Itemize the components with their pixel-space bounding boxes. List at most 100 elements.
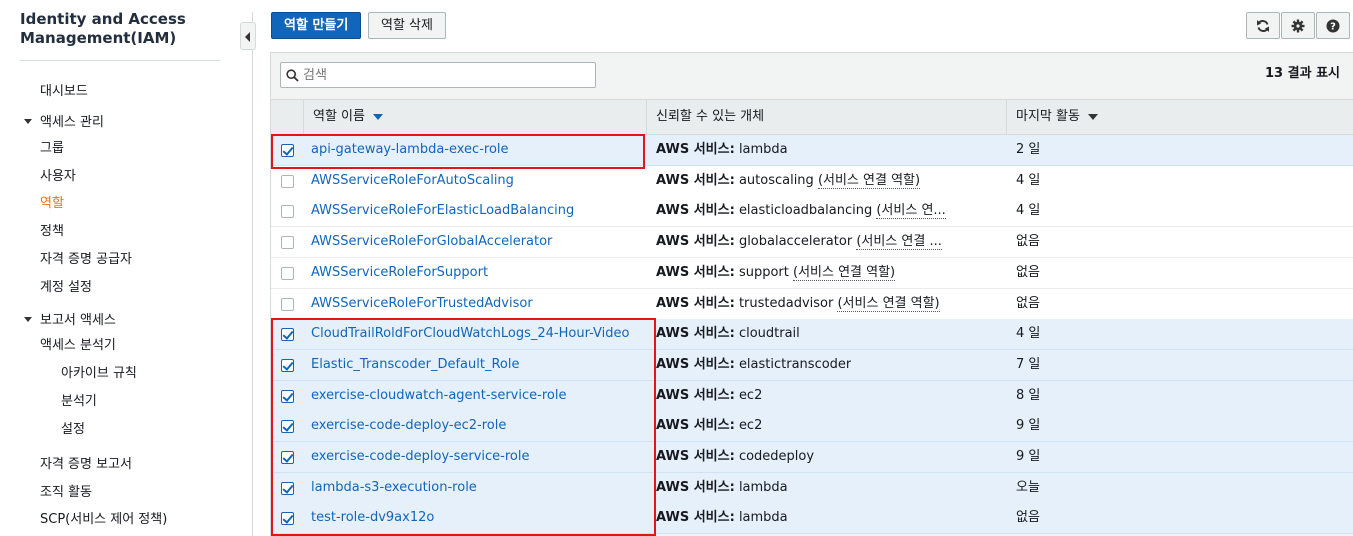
refresh-button[interactable] [1246,12,1280,39]
table-row[interactable]: AWSServiceRoleForSupport AWS 서비스: support… [271,258,1353,289]
table-row[interactable]: exercise-code-deploy-service-role AWS 서비스… [271,442,1353,473]
trusted-entity-cell: AWS 서비스: support (서비스 연결 역할) [656,258,896,288]
settings-button[interactable] [1281,12,1315,39]
role-name-link[interactable]: test-role-dv9ax12o [311,503,434,533]
chevron-left-icon [245,32,250,42]
sidebar-title[interactable]: Identity and Access Management(IAM) [20,10,220,48]
role-name-link[interactable]: AWSServiceRoleForElasticLoadBalancing [311,196,574,226]
create-role-button[interactable]: 역할 만들기 [271,12,362,39]
entity-service: codedeploy [738,449,815,464]
role-name-link[interactable]: AWSServiceRoleForSupport [311,258,488,288]
entity-prefix: AWS 서비스: [656,234,735,249]
sidebar-item-dashboard[interactable]: 대시보드 [40,80,88,99]
column-header-last-activity[interactable]: 마지막 활동 [1016,100,1098,134]
entity-prefix: AWS 서비스: [656,265,735,280]
last-activity-cell: 9 일 [1016,449,1041,464]
table-row[interactable]: exercise-code-deploy-ec2-role AWS 서비스: ec… [271,411,1353,442]
help-button[interactable]: ? [1316,12,1350,39]
sidebar-item-scp[interactable]: SCP(서비스 제어 정책) [40,508,167,527]
trusted-entity-cell: AWS 서비스: lambda [656,473,788,503]
row-checkbox[interactable] [281,144,294,157]
role-name-link[interactable]: Elastic_Transcoder_Default_Role [311,350,519,380]
table-row[interactable]: api-gateway-lambda-exec-role AWS 서비스: lam… [271,135,1353,166]
column-separator [646,100,647,134]
last-activity-cell: 없음 [1016,510,1040,525]
row-checkbox[interactable] [281,359,294,372]
sidebar-item-org-activity[interactable]: 조직 활동 [40,481,92,500]
search-input[interactable] [303,65,588,85]
role-name-link[interactable]: AWSServiceRoleForTrustedAdvisor [311,289,533,319]
sidebar-item-identity-providers[interactable]: 자격 증명 공급자 [40,248,132,267]
table-row[interactable]: AWSServiceRoleForTrustedAdvisor AWS 서비스: … [271,289,1353,320]
entity-prefix: AWS 서비스: [656,480,735,495]
entity-note[interactable]: (서비스 연결 ... [856,234,942,250]
sidebar-item-account-settings[interactable]: 계정 설정 [40,276,92,295]
row-checkbox[interactable] [281,512,294,525]
sidebar-item-groups[interactable]: 그룹 [40,137,64,156]
row-checkbox[interactable] [281,451,294,464]
entity-note[interactable]: (서비스 연결 역할) [817,173,921,189]
table-row[interactable]: AWSServiceRoleForGlobalAccelerator AWS 서비… [271,227,1353,258]
entity-prefix: AWS 서비스: [656,510,735,525]
sidebar-item-analyzer-settings[interactable]: 설정 [61,418,85,437]
last-activity-cell: 4 일 [1016,203,1041,218]
sidebar-item-archive-rules[interactable]: 아카이브 규칙 [61,362,137,381]
table-header: 역할 이름 신뢰할 수 있는 개체 마지막 활동 [271,99,1353,135]
role-name-link[interactable]: exercise-code-deploy-service-role [311,442,530,472]
last-activity-cell: 7 일 [1016,357,1041,372]
column-header-role-name[interactable]: 역할 이름 [313,100,383,134]
row-checkbox[interactable] [281,236,294,249]
role-name-link[interactable]: exercise-code-deploy-ec2-role [311,411,506,441]
sidebar-section-reports-access[interactable]: 보고서 액세스 [24,309,116,328]
role-name-link[interactable]: lambda-s3-execution-role [311,473,477,503]
entity-service: ec2 [738,388,763,403]
sidebar-item-access-analyzer[interactable]: 액세스 분석기 [40,334,116,353]
row-checkbox[interactable] [281,298,294,311]
role-name-link[interactable]: api-gateway-lambda-exec-role [311,135,509,165]
sidebar-collapse-button[interactable] [240,22,256,50]
delete-role-button[interactable]: 역할 삭제 [368,12,446,39]
entity-note[interactable]: (서비스 연결 역할) [837,296,940,312]
search-box[interactable] [280,62,596,88]
role-name-link[interactable]: AWSServiceRoleForAutoScaling [311,166,514,196]
row-checkbox[interactable] [281,390,294,403]
role-name-link[interactable]: AWSServiceRoleForGlobalAccelerator [311,227,552,257]
svg-text:?: ? [1330,21,1336,32]
last-activity-cell: 2 일 [1016,142,1041,157]
row-checkbox[interactable] [281,175,294,188]
entity-note[interactable]: (서비스 연... [876,203,946,219]
row-checkbox[interactable] [281,267,294,280]
column-header-trusted-entity[interactable]: 신뢰할 수 있는 개체 [656,100,764,134]
trusted-entity-cell: AWS 서비스: cloudtrail [656,319,800,349]
column-separator [303,100,304,134]
entity-prefix: AWS 서비스: [656,142,735,157]
table-row[interactable]: AWSServiceRoleForAutoScaling AWS 서비스: aut… [271,166,1353,197]
table-row[interactable]: test-role-dv9ax12o AWS 서비스: lambda 없음 [271,503,1353,534]
entity-prefix: AWS 서비스: [656,449,735,464]
row-checkbox[interactable] [281,205,294,218]
table-row[interactable]: CloudTrailRoldForCloudWatchLogs_24-Hour-… [271,319,1353,350]
row-checkbox[interactable] [281,420,294,433]
sidebar-item-analyzers[interactable]: 분석기 [61,390,97,409]
sort-icon [1087,113,1098,120]
role-name-link[interactable]: CloudTrailRoldForCloudWatchLogs_24-Hour-… [311,319,629,349]
trusted-entity-cell: AWS 서비스: autoscaling (서비스 연결 역할) [656,166,921,196]
sidebar-item-policies[interactable]: 정책 [40,220,64,239]
sidebar-item-roles[interactable]: 역할 [40,192,64,211]
role-name-link[interactable]: exercise-cloudwatch-agent-service-role [311,381,566,411]
table-row[interactable]: Elastic_Transcoder_Default_Role AWS 서비스: … [271,350,1353,381]
entity-prefix: AWS 서비스: [656,203,735,218]
row-checkbox[interactable] [281,328,294,341]
table-row[interactable]: AWSServiceRoleForElasticLoadBalancing AWS… [271,196,1353,227]
sidebar-item-credential-report[interactable]: 자격 증명 보고서 [40,453,132,472]
sidebar-item-users[interactable]: 사용자 [40,165,76,184]
table-row[interactable]: exercise-cloudwatch-agent-service-role AW… [271,381,1353,412]
sort-desc-icon [372,113,383,120]
row-checkbox[interactable] [281,482,294,495]
help-icon: ? [1326,19,1340,32]
trusted-entity-cell: AWS 서비스: elastictranscoder [656,350,851,380]
entity-note[interactable]: (서비스 연결 역할) [793,265,896,281]
table-row[interactable]: lambda-s3-execution-role AWS 서비스: lambda 오… [271,473,1353,504]
sidebar-section-access-management[interactable]: 액세스 관리 [24,111,104,130]
entity-service: lambda [738,142,788,157]
